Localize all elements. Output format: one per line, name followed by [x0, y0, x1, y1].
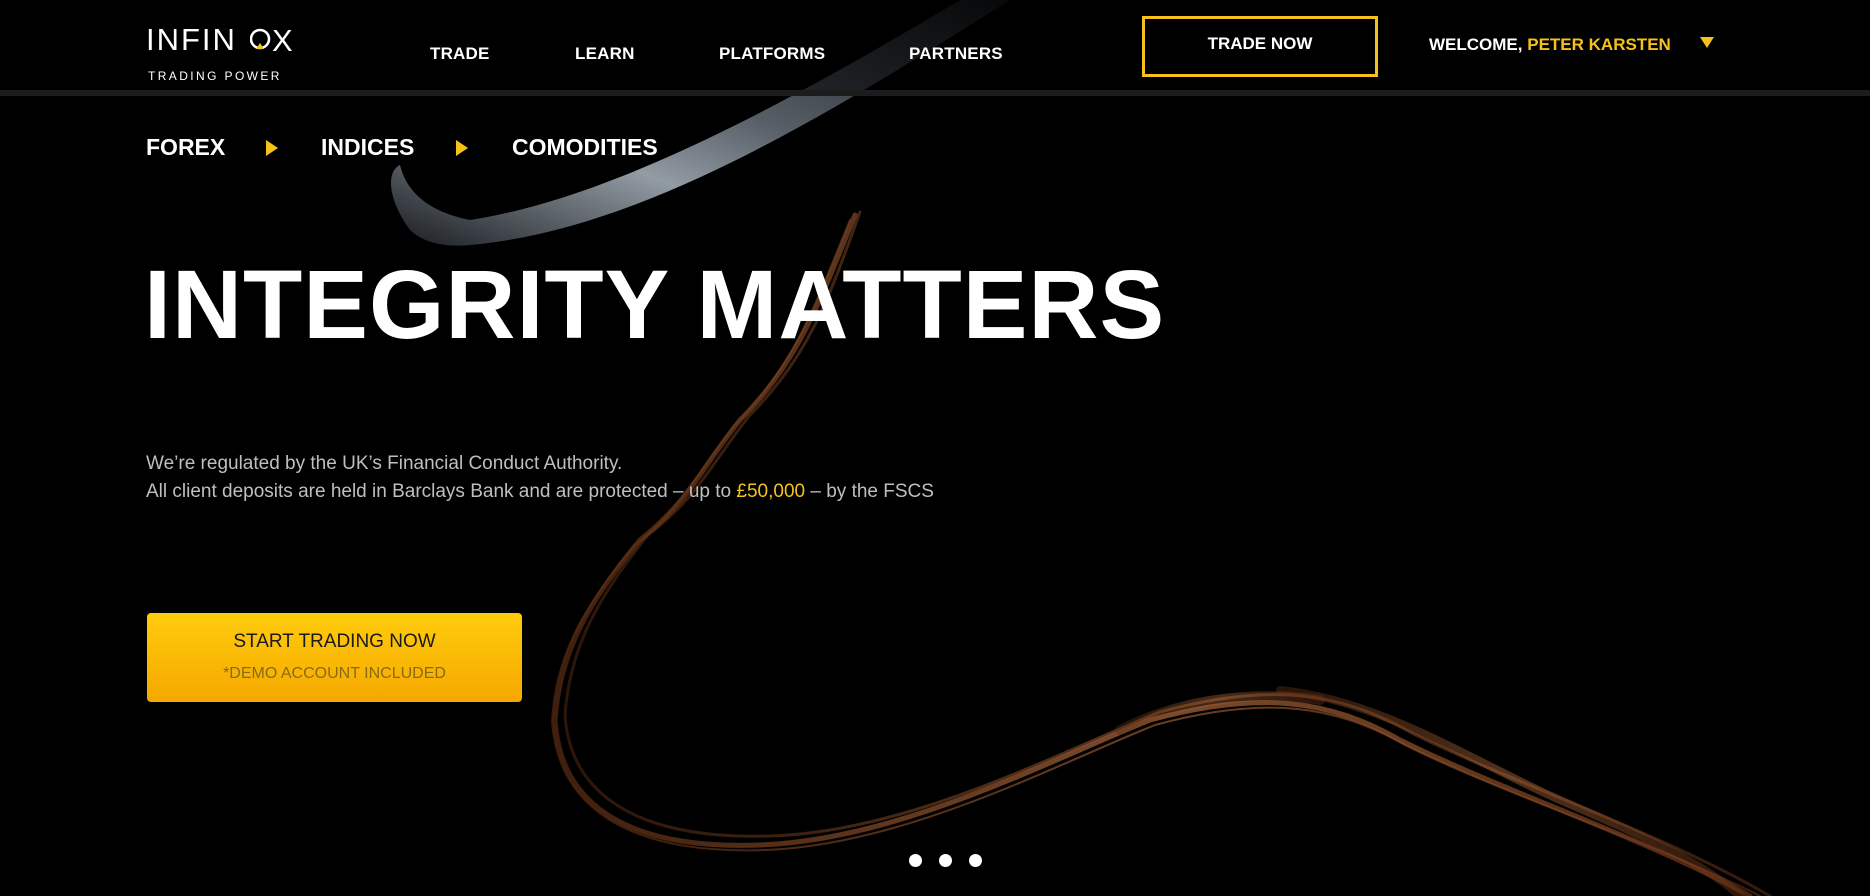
subnav-item-indices[interactable]: INDICES — [321, 134, 414, 161]
user-name: PETER KARSTEN — [1527, 35, 1671, 54]
carousel-pagination — [909, 854, 985, 868]
hero-text-line-2-prefix: All client deposits are held in Barclays… — [146, 481, 737, 502]
hero-text-line-1: We’re regulated by the UK’s Financial Co… — [146, 453, 623, 474]
start-trading-label: START TRADING NOW — [233, 631, 436, 652]
demo-account-note: *DEMO ACCOUNT INCLUDED — [223, 665, 446, 682]
brand-wordmark: INFIN — [146, 22, 237, 57]
caret-right-icon — [456, 140, 468, 156]
hero-description: We’re regulated by the UK’s Financial Co… — [146, 450, 934, 506]
start-trading-button[interactable]: START TRADING NOW *DEMO ACCOUNT INCLUDED — [147, 613, 522, 702]
site-header: INFIN X TRADING POWER TRADE LEARN PLATFO… — [0, 0, 1870, 96]
nav-item-partners[interactable]: PARTNERS — [909, 44, 1003, 64]
caret-down-icon[interactable] — [1700, 37, 1714, 48]
brand-logo-x: X — [272, 25, 292, 55]
subnav-item-comodities[interactable]: COMODITIES — [512, 134, 658, 161]
hero-text-line-2-suffix: – by the FSCS — [805, 481, 934, 502]
nav-item-learn[interactable]: LEARN — [575, 44, 635, 64]
brand-logo-ox-mark: X — [250, 25, 292, 55]
hero-title: INTEGRITY MATTERS — [144, 250, 1166, 359]
carousel-dot-2[interactable] — [939, 854, 952, 867]
nav-item-platforms[interactable]: PLATFORMS — [719, 44, 825, 64]
welcome-label: WELCOME, — [1429, 35, 1523, 54]
carousel-dot-1[interactable] — [909, 854, 922, 867]
trade-now-button[interactable]: TRADE NOW — [1142, 16, 1378, 77]
hero-text-line-2: All client deposits are held in Barclays… — [146, 478, 934, 506]
hero-background-image — [390, 0, 1772, 896]
brand-logo[interactable]: INFIN X TRADING POWER — [146, 22, 296, 86]
brand-tagline: TRADING POWER — [148, 69, 282, 83]
nav-item-trade[interactable]: TRADE — [430, 44, 490, 64]
user-welcome[interactable]: WELCOME, PETER KARSTEN — [1429, 35, 1671, 55]
subnav-item-forex[interactable]: FOREX — [146, 134, 225, 161]
caret-right-icon — [266, 140, 278, 156]
carousel-dot-3[interactable] — [969, 854, 982, 867]
protection-amount: £50,000 — [736, 481, 806, 502]
